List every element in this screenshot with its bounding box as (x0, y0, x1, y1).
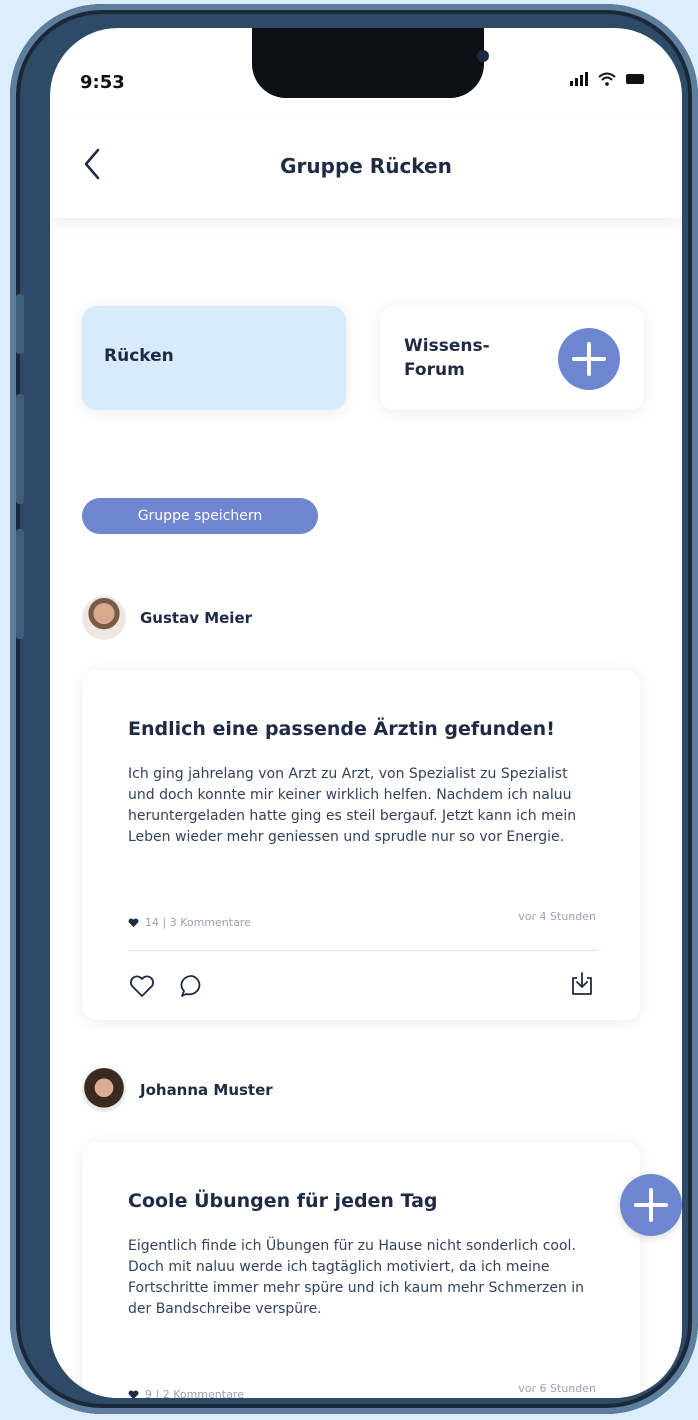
post-card[interactable]: Coole Übungen für jeden Tag Eigentlich f… (82, 1142, 640, 1398)
plus-icon[interactable] (558, 328, 620, 390)
plus-icon[interactable] (620, 1174, 682, 1236)
post-stats-text: 9 | 2 Kommentare (145, 1388, 244, 1398)
wifi-icon (598, 72, 616, 86)
post-author[interactable]: Johanna Muster (82, 1068, 273, 1112)
heart-icon (128, 918, 139, 927)
avatar[interactable] (82, 596, 126, 640)
battery-icon (626, 74, 644, 84)
post-body: Ich ging jahrelang von Arzt zu Arzt, von… (128, 766, 577, 845)
author-name[interactable]: Gustav Meier (140, 609, 252, 627)
signal-icon (570, 72, 588, 86)
post-time: vor 6 Stunden (518, 1382, 596, 1395)
app-screen: 9:53 Gruppe Rücken Rücken Wissens- Forum… (50, 28, 682, 1398)
heart-icon (128, 1390, 139, 1398)
phone-frame: 9:53 Gruppe Rücken Rücken Wissens- Forum… (10, 4, 698, 1414)
post-stats: 14 | 3 Kommentare (128, 916, 251, 929)
save-group-button[interactable]: Gruppe speichern (82, 498, 318, 534)
category-wissens-forum[interactable]: Wissens- Forum (380, 306, 644, 410)
app-header: Gruppe Rücken (50, 118, 682, 218)
page-title: Gruppe Rücken (280, 154, 452, 178)
notch (252, 28, 489, 98)
author-name[interactable]: Johanna Muster (140, 1081, 273, 1099)
download-icon[interactable] (568, 970, 596, 998)
post-title: Endlich eine passende Ärztin gefunden! (128, 718, 555, 740)
post-author[interactable]: Gustav Meier (82, 596, 252, 640)
post-stats-text: 14 | 3 Kommentare (145, 916, 251, 929)
avatar[interactable] (82, 1068, 126, 1112)
category-label: Rücken (104, 346, 174, 366)
category-label-line1: Wissens- (404, 336, 490, 356)
category-label-line2: Forum (404, 360, 465, 380)
post-time: vor 4 Stunden (518, 910, 596, 923)
status-icons (570, 72, 644, 86)
side-button (16, 529, 24, 639)
side-button (16, 294, 24, 354)
comment-icon[interactable] (178, 972, 206, 1000)
post-stats: 9 | 2 Kommentare (128, 1388, 244, 1398)
post-title: Coole Übungen für jeden Tag (128, 1190, 438, 1212)
category-ruecken[interactable]: Rücken (82, 306, 346, 410)
heart-icon[interactable] (128, 972, 156, 1000)
camera (477, 50, 489, 62)
status-time: 9:53 (80, 72, 125, 93)
side-button (16, 394, 24, 504)
post-body: Eigentlich finde ich Übungen für zu Haus… (128, 1238, 585, 1317)
divider (128, 950, 598, 951)
category-label: Wissens- Forum (404, 334, 490, 382)
post-card[interactable]: Endlich eine passende Ärztin gefunden! I… (82, 670, 640, 1020)
